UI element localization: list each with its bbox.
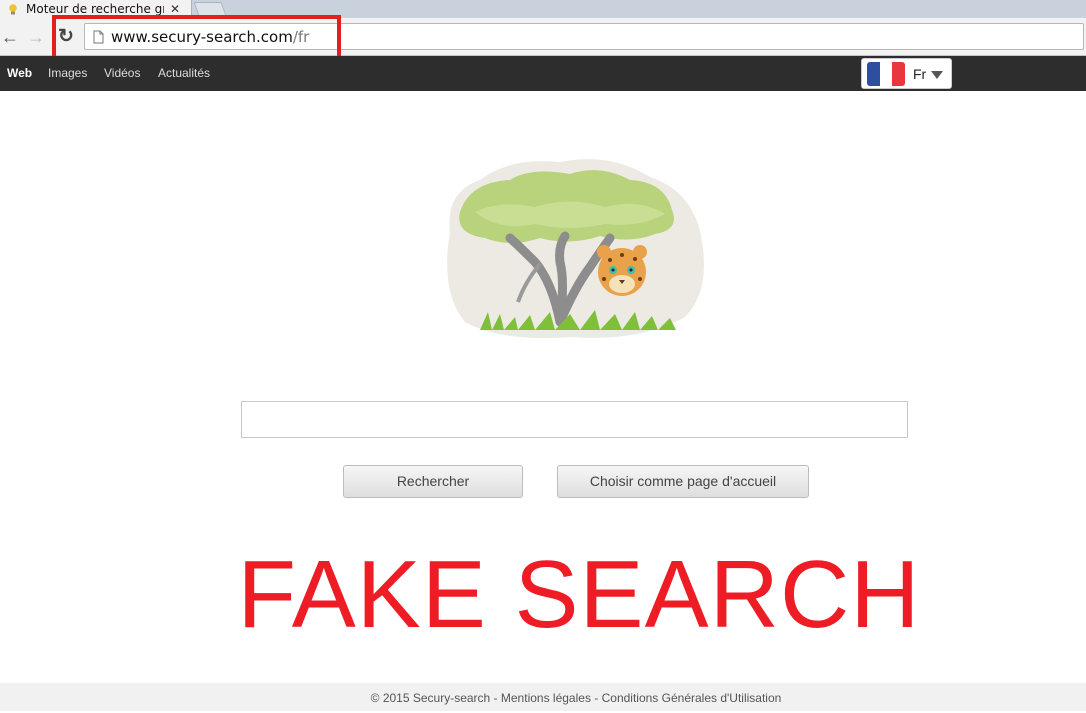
tab-title: Moteur de recherche grat xyxy=(26,2,164,16)
fake-search-annotation: FAKE SEARCH xyxy=(237,541,921,648)
chevron-down-icon xyxy=(931,71,943,79)
nav-actualites[interactable]: Actualités xyxy=(158,66,210,80)
nav-images[interactable]: Images xyxy=(48,66,87,80)
search-button[interactable]: Rechercher xyxy=(343,465,523,498)
forward-arrow-icon[interactable]: → xyxy=(26,27,46,47)
nav-videos[interactable]: Vidéos xyxy=(104,66,140,80)
france-flag-icon xyxy=(867,62,905,86)
back-arrow-icon[interactable]: ← xyxy=(0,27,20,47)
new-tab-button[interactable] xyxy=(193,2,227,16)
url-highlight-annotation xyxy=(52,15,341,61)
language-label: Fr xyxy=(913,66,927,82)
footer: © 2015 Secury-search - Mentions légales … xyxy=(0,683,1086,711)
close-tab-icon[interactable]: ✕ xyxy=(170,2,180,16)
language-selector[interactable]: Fr xyxy=(861,58,952,89)
nav-web[interactable]: Web xyxy=(7,66,32,80)
search-input[interactable] xyxy=(241,401,908,438)
set-homepage-button[interactable]: Choisir comme page d'accueil xyxy=(557,465,809,498)
site-nav-bar: Web Images Vidéos Actualités Fr xyxy=(0,56,1086,91)
lightbulb-icon xyxy=(8,3,18,15)
leopard-tree-logo xyxy=(440,152,710,347)
